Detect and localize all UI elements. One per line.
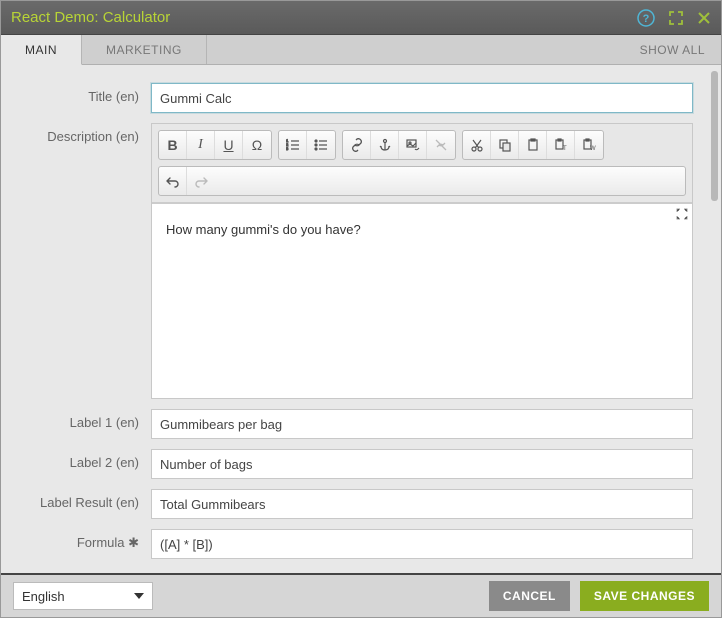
svg-text:?: ? <box>643 13 650 25</box>
help-icon[interactable]: ? <box>637 9 655 27</box>
expand-icon[interactable] <box>669 11 683 25</box>
row-label2: Label 2 (en) <box>1 449 693 479</box>
redo-icon <box>187 167 215 195</box>
rte-group-undo <box>158 166 686 196</box>
underline-icon[interactable]: U <box>215 131 243 159</box>
cut-icon[interactable] <box>463 131 491 159</box>
undo-icon[interactable] <box>159 167 187 195</box>
row-description: Description (en) B I U Ω 123 <box>1 123 693 399</box>
rte-text: How many gummi's do you have? <box>166 222 678 237</box>
language-select[interactable]: English <box>13 582 153 610</box>
unlink-icon <box>427 131 455 159</box>
dialog-window: React Demo: Calculator ? MAIN MARKETING … <box>0 0 722 618</box>
ordered-list-icon[interactable]: 123 <box>279 131 307 159</box>
label-title: Title (en) <box>1 83 151 104</box>
row-labelresult: Label Result (en) <box>1 489 693 519</box>
unordered-list-icon[interactable] <box>307 131 335 159</box>
paste-text-icon[interactable]: T <box>547 131 575 159</box>
rte-content[interactable]: How many gummi's do you have? <box>152 203 692 398</box>
dialog-header: React Demo: Calculator ? <box>1 1 721 35</box>
label-label1: Label 1 (en) <box>1 409 151 430</box>
anchor-icon[interactable] <box>371 131 399 159</box>
rte-group-format: B I U Ω <box>158 130 272 160</box>
label2-input[interactable] <box>151 449 693 479</box>
tab-marketing[interactable]: MARKETING <box>82 35 207 64</box>
italic-icon[interactable]: I <box>187 131 215 159</box>
save-button[interactable]: SAVE CHANGES <box>580 581 709 611</box>
labelresult-input[interactable] <box>151 489 693 519</box>
close-icon[interactable] <box>697 11 711 25</box>
header-controls: ? <box>637 9 711 27</box>
rte-group-clipboard: T W <box>462 130 604 160</box>
tab-bar: MAIN MARKETING SHOW ALL <box>1 35 721 65</box>
label-labelresult: Label Result (en) <box>1 489 151 510</box>
label-formula: Formula ✱ <box>1 529 151 551</box>
svg-text:T: T <box>563 146 567 152</box>
rte-toolbar-row2 <box>158 166 686 196</box>
tab-show-all[interactable]: SHOW ALL <box>616 35 721 64</box>
cancel-button[interactable]: CANCEL <box>489 581 570 611</box>
title-input[interactable] <box>151 83 693 113</box>
svg-text:W: W <box>590 146 596 152</box>
language-value: English <box>22 589 65 604</box>
row-formula: Formula ✱ <box>1 529 693 559</box>
tab-main[interactable]: MAIN <box>1 35 82 65</box>
image-link-icon[interactable] <box>399 131 427 159</box>
rte-toolbar: B I U Ω 123 <box>152 124 692 203</box>
link-icon[interactable] <box>343 131 371 159</box>
label-label2: Label 2 (en) <box>1 449 151 470</box>
scrollbar-thumb[interactable] <box>711 71 718 201</box>
label1-input[interactable] <box>151 409 693 439</box>
form-content: Title (en) Description (en) B I U Ω <box>1 65 721 573</box>
paste-word-icon[interactable]: W <box>575 131 603 159</box>
rich-text-editor: B I U Ω 123 <box>151 123 693 399</box>
copy-icon[interactable] <box>491 131 519 159</box>
rte-group-list: 123 <box>278 130 336 160</box>
row-title: Title (en) <box>1 83 693 113</box>
dialog-footer: English CANCEL SAVE CHANGES <box>1 573 721 617</box>
special-char-icon[interactable]: Ω <box>243 131 271 159</box>
formula-input[interactable] <box>151 529 693 559</box>
rte-group-link <box>342 130 456 160</box>
resize-handle-icon[interactable] <box>676 208 688 220</box>
label-description: Description (en) <box>1 123 151 144</box>
svg-text:3: 3 <box>286 146 289 151</box>
dialog-title: React Demo: Calculator <box>11 9 637 26</box>
bold-icon[interactable]: B <box>159 131 187 159</box>
chevron-down-icon <box>134 593 144 599</box>
row-label1: Label 1 (en) <box>1 409 693 439</box>
paste-icon[interactable] <box>519 131 547 159</box>
